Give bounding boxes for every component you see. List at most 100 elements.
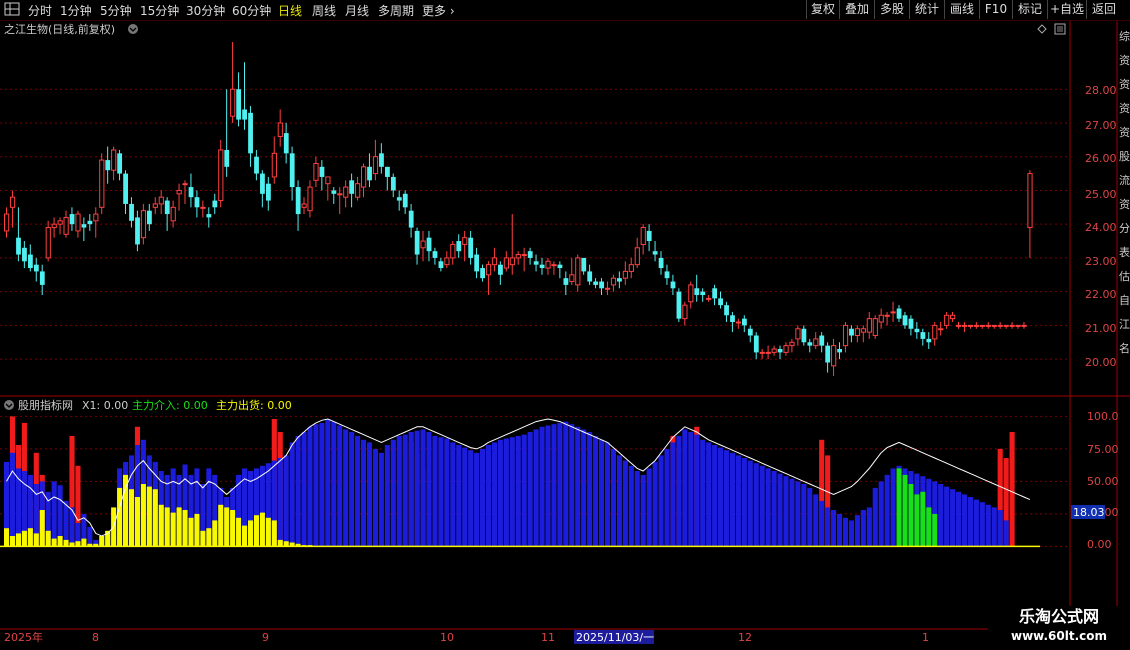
candle bbox=[28, 244, 33, 272]
trend-bar bbox=[759, 465, 765, 547]
sidebar-tab[interactable]: 江 bbox=[1119, 318, 1130, 331]
trend-bar bbox=[700, 439, 706, 547]
sidebar-tab[interactable]: 资 bbox=[1119, 126, 1130, 139]
sidebar-tab[interactable]: 估 bbox=[1119, 270, 1130, 283]
sidebar-tab[interactable]: 分 bbox=[1119, 222, 1130, 235]
multi-stock-button[interactable]: 多股 bbox=[874, 0, 909, 19]
back-button[interactable]: 返回 bbox=[1086, 0, 1121, 19]
trend-bar bbox=[402, 434, 408, 547]
sidebar-tab[interactable]: 资 bbox=[1119, 78, 1130, 91]
diamond-icon[interactable] bbox=[1037, 24, 1047, 34]
candle bbox=[771, 345, 777, 356]
trend-bar bbox=[426, 432, 432, 547]
volume-bar bbox=[57, 536, 63, 547]
candle bbox=[604, 281, 611, 296]
candle bbox=[170, 200, 176, 228]
candle bbox=[313, 156, 319, 188]
candle bbox=[997, 322, 1003, 329]
time-label: 2025年 bbox=[4, 630, 43, 644]
right-sidebar-tabs[interactable]: 综资资资资股流资分表估自江名 bbox=[1119, 29, 1130, 355]
sidebar-tab[interactable]: 股 bbox=[1119, 150, 1130, 163]
candle bbox=[450, 241, 456, 265]
trend-bar bbox=[390, 439, 396, 547]
indicator-bars bbox=[0, 416, 1040, 548]
tab-5min[interactable]: 5分钟 bbox=[100, 2, 132, 19]
grid-menu-icon[interactable] bbox=[4, 2, 20, 19]
candle bbox=[283, 122, 289, 164]
trend-bar bbox=[890, 468, 896, 547]
volume-bar bbox=[170, 512, 176, 547]
overlay-button[interactable]: 叠加 bbox=[839, 0, 874, 19]
candle bbox=[147, 203, 152, 231]
candle bbox=[408, 203, 414, 238]
window-icon[interactable] bbox=[1054, 23, 1066, 35]
trend-bar bbox=[289, 442, 295, 547]
sidebar-tab[interactable]: 资 bbox=[1119, 198, 1130, 211]
tab-weekly[interactable]: 周线 bbox=[312, 2, 336, 19]
candle bbox=[117, 149, 123, 181]
tab-30min[interactable]: 30分钟 bbox=[186, 2, 225, 19]
trend-bar bbox=[503, 438, 509, 547]
mark-button[interactable]: 标记 bbox=[1012, 0, 1047, 19]
candle bbox=[343, 180, 349, 208]
candle bbox=[485, 261, 492, 296]
trend-bar bbox=[491, 442, 497, 547]
volume-bar bbox=[265, 517, 271, 547]
volume-bar bbox=[39, 510, 45, 547]
volume-bar bbox=[277, 539, 283, 547]
volume-bar bbox=[271, 520, 277, 547]
add-watchlist-button[interactable]: +自选 bbox=[1047, 0, 1086, 19]
tab-intraday[interactable]: 分时 bbox=[28, 2, 52, 19]
candle bbox=[866, 311, 872, 339]
tab-60min[interactable]: 60分钟 bbox=[232, 2, 271, 19]
sidebar-tab[interactable]: 自 bbox=[1119, 294, 1130, 307]
chart-canvas: 28.00 27.00 26.00 25.00 24.00 23.00 22.0… bbox=[0, 21, 1130, 650]
candle bbox=[498, 261, 503, 285]
sidebar-tab[interactable]: 资 bbox=[1119, 54, 1130, 67]
sidebar-tab[interactable]: 资 bbox=[1119, 102, 1130, 115]
tab-1min[interactable]: 1分钟 bbox=[60, 2, 92, 19]
tab-15min[interactable]: 15分钟 bbox=[140, 2, 179, 19]
candle bbox=[158, 190, 164, 215]
sidebar-tab[interactable]: 流 bbox=[1119, 173, 1130, 187]
candle bbox=[765, 345, 771, 360]
stats-button[interactable]: 统计 bbox=[909, 0, 944, 19]
trend-bar bbox=[450, 442, 456, 547]
volume-bar bbox=[75, 541, 81, 547]
indicator-name[interactable]: 股朋指标网 bbox=[18, 398, 73, 412]
trend-bar bbox=[331, 421, 337, 547]
candle bbox=[956, 322, 962, 329]
draw-button[interactable]: 画线 bbox=[944, 0, 979, 19]
adjust-button[interactable]: 复权 bbox=[806, 0, 839, 19]
trend-bar bbox=[866, 507, 872, 547]
candle bbox=[503, 251, 509, 272]
candle bbox=[640, 224, 646, 255]
tab-daily[interactable]: 日线 bbox=[278, 2, 302, 19]
tab-monthly[interactable]: 月线 bbox=[345, 2, 369, 19]
stock-title[interactable]: 之江生物(日线,前复权) bbox=[4, 22, 115, 36]
trend-bar bbox=[551, 424, 557, 547]
trend-bar bbox=[938, 484, 944, 547]
chevron-down-icon[interactable] bbox=[4, 400, 14, 410]
candle bbox=[831, 338, 837, 376]
sidebar-tab[interactable]: 表 bbox=[1119, 245, 1130, 259]
candle bbox=[182, 180, 188, 204]
trend-bar bbox=[604, 442, 611, 547]
trend-bar bbox=[831, 510, 837, 547]
sidebar-tab[interactable]: 名 bbox=[1119, 341, 1130, 355]
sidebar-tab[interactable]: 综 bbox=[1119, 29, 1130, 43]
f10-button[interactable]: F10 bbox=[979, 0, 1012, 19]
chevron-down-icon[interactable] bbox=[128, 24, 138, 34]
trend-bar bbox=[729, 452, 735, 547]
tab-more-label: 更多 bbox=[422, 4, 447, 18]
trend-bar bbox=[575, 426, 581, 547]
tab-multi-period[interactable]: 多周期 bbox=[378, 2, 414, 19]
candle bbox=[468, 230, 474, 265]
tab-more[interactable]: 更多 › bbox=[422, 2, 455, 19]
candle bbox=[462, 230, 468, 262]
candle bbox=[16, 207, 21, 262]
candle bbox=[480, 264, 485, 282]
candle bbox=[938, 322, 944, 336]
trend-bar bbox=[765, 468, 771, 547]
candle bbox=[135, 210, 140, 252]
